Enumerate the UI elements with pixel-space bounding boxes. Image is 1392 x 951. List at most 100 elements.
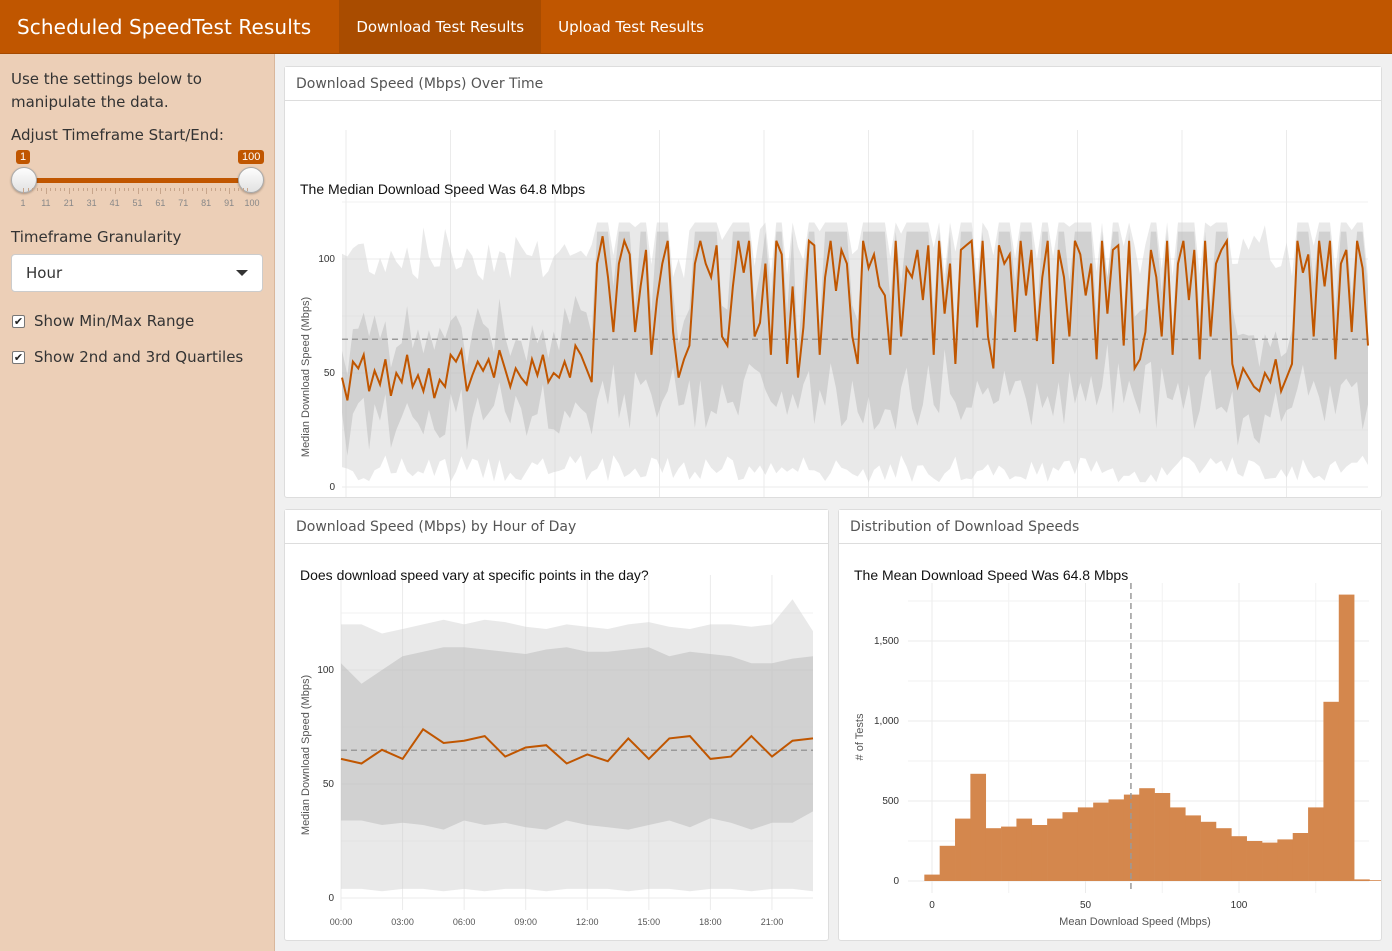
slider-tick <box>192 188 194 191</box>
x-tick-label: 100 <box>1231 900 1248 911</box>
histogram-bar <box>939 845 956 881</box>
quartile-band <box>341 647 813 830</box>
slider-tick <box>27 188 29 191</box>
chevron-down-icon <box>236 270 248 276</box>
checkbox-check-icon[interactable]: ✔ <box>12 350 25 364</box>
histogram-bar <box>1292 833 1309 881</box>
panel-speed-over-time: Download Speed (Mbps) Over Time 04/0504/… <box>284 66 1382 498</box>
histogram-bar <box>1169 807 1186 881</box>
x-tick-label: 18:00 <box>699 917 722 927</box>
slider-tick <box>68 188 70 194</box>
slider-tick-label: 100 <box>244 198 260 208</box>
slider-tick <box>96 188 98 191</box>
slider-track[interactable] <box>23 178 251 183</box>
slider-tick-label: 71 <box>178 198 189 208</box>
histogram-bar <box>1185 815 1201 881</box>
x-tick-label: 00:00 <box>330 917 353 927</box>
slider-tick <box>41 188 43 191</box>
slider-tick <box>210 188 212 191</box>
checkbox-check-icon[interactable]: ✔ <box>12 314 25 328</box>
histogram-bar <box>924 874 940 881</box>
histogram-bar <box>1016 818 1033 881</box>
histogram-bar <box>1001 826 1017 881</box>
slider-label: Adjust Timeframe Start/End: <box>11 126 224 144</box>
histogram-bar <box>1062 812 1079 881</box>
slider-tick <box>55 188 57 191</box>
x-tick-label: 12:00 <box>576 917 599 927</box>
slider-tick-label: 81 <box>201 198 212 208</box>
slider-tick <box>164 188 166 191</box>
histogram-bar <box>1154 793 1171 881</box>
slider-tick <box>50 188 52 191</box>
sidebar: Use the settings below to manipulate the… <box>0 54 275 951</box>
checkbox-minmax[interactable]: ✔ Show Min/Max Range <box>11 312 263 330</box>
y-tick-label: 50 <box>323 779 335 790</box>
granularity-value: Hour <box>26 264 63 282</box>
slider-tick <box>197 188 199 191</box>
slider-tick <box>59 188 61 191</box>
granularity-label: Timeframe Granularity <box>11 228 182 246</box>
panel-speed-by-hour: Download Speed (Mbps) by Hour of Day 00:… <box>284 509 829 941</box>
chart-title: Does download speed vary at specific poi… <box>300 567 649 583</box>
panel-header: Download Speed (Mbps) Over Time <box>285 67 1381 101</box>
tab-download-results[interactable]: Download Test Results <box>339 0 542 54</box>
slider-tick <box>110 188 112 191</box>
histogram-bar <box>1215 828 1232 881</box>
checkbox-minmax-label: Show Min/Max Range <box>34 312 195 330</box>
histogram-bar <box>1369 880 1381 881</box>
slider-tick <box>105 188 107 191</box>
y-tick-label: 0 <box>328 893 334 904</box>
slider-tick-label: 21 <box>63 198 74 208</box>
x-tick-label: 50 <box>1080 900 1092 911</box>
app-title[interactable]: Scheduled SpeedTest Results <box>0 0 339 54</box>
slider-tick <box>119 188 121 191</box>
tab-upload-results[interactable]: Upload Test Results <box>541 0 721 54</box>
histogram-bar <box>1123 794 1140 881</box>
histogram-bar <box>1139 788 1155 881</box>
slider-tick-label: 31 <box>86 198 97 208</box>
sidebar-help-text: Use the settings below to manipulate the… <box>11 70 202 111</box>
x-tick-label: 21:00 <box>761 917 784 927</box>
histogram-bar <box>1246 841 1263 881</box>
y-tick-label: 1,000 <box>874 716 899 727</box>
y-axis-label: # of Tests <box>854 713 866 760</box>
panel-header: Download Speed (Mbps) by Hour of Day <box>285 510 828 544</box>
slider-tick <box>224 188 226 191</box>
checkbox-quartiles-label: Show 2nd and 3rd Quartiles <box>34 348 244 366</box>
slider-tick <box>128 188 130 191</box>
y-axis-label: Median Download Speed (Mbps) <box>300 297 312 457</box>
granularity-select[interactable]: Hour <box>11 254 263 292</box>
slider-tick <box>64 188 66 191</box>
slider-tick <box>201 188 203 191</box>
slider-tick <box>233 188 235 191</box>
slider-tick <box>45 188 47 194</box>
slider-tick-label: 41 <box>109 198 120 208</box>
x-tick-label: 0 <box>929 900 935 911</box>
slider-tick <box>36 188 38 191</box>
chart-speed-by-hour: 00:00 03:00 06:00 09:00 12:00 15:00 18:00 21:00… <box>300 567 814 927</box>
slider-tick <box>247 188 249 191</box>
histogram-bar <box>1354 879 1370 881</box>
slider-ticks <box>11 188 263 196</box>
y-tick-label: 500 <box>882 796 899 807</box>
slider-tick <box>187 188 189 191</box>
slider-tick <box>160 188 162 194</box>
histogram-bar <box>1108 799 1125 881</box>
y-tick-label: 0 <box>893 876 899 887</box>
slider-tick <box>238 188 240 191</box>
x-tick-label: 15:00 <box>638 917 661 927</box>
slider-tick <box>178 188 180 191</box>
slider-tick-label: 1 <box>20 198 26 208</box>
x-axis-label: Mean Download Speed (Mbps) <box>1059 916 1211 928</box>
checkbox-quartiles[interactable]: ✔ Show 2nd and 3rd Quartiles <box>11 348 263 366</box>
y-tick-label: 50 <box>324 368 336 379</box>
x-tick-label: 03:00 <box>391 917 414 927</box>
slider-tick <box>32 188 34 191</box>
panel-header: Distribution of Download Speeds <box>839 510 1381 544</box>
slider-tick <box>114 188 116 194</box>
slider-tick <box>142 188 144 191</box>
histogram-bar <box>1093 802 1109 881</box>
timeframe-slider[interactable]: 1 100 1 11 21 31 41 51 61 71 81 91 100 <box>11 150 265 214</box>
slider-tick-label: 91 <box>224 198 235 208</box>
slider-tick <box>215 188 217 191</box>
